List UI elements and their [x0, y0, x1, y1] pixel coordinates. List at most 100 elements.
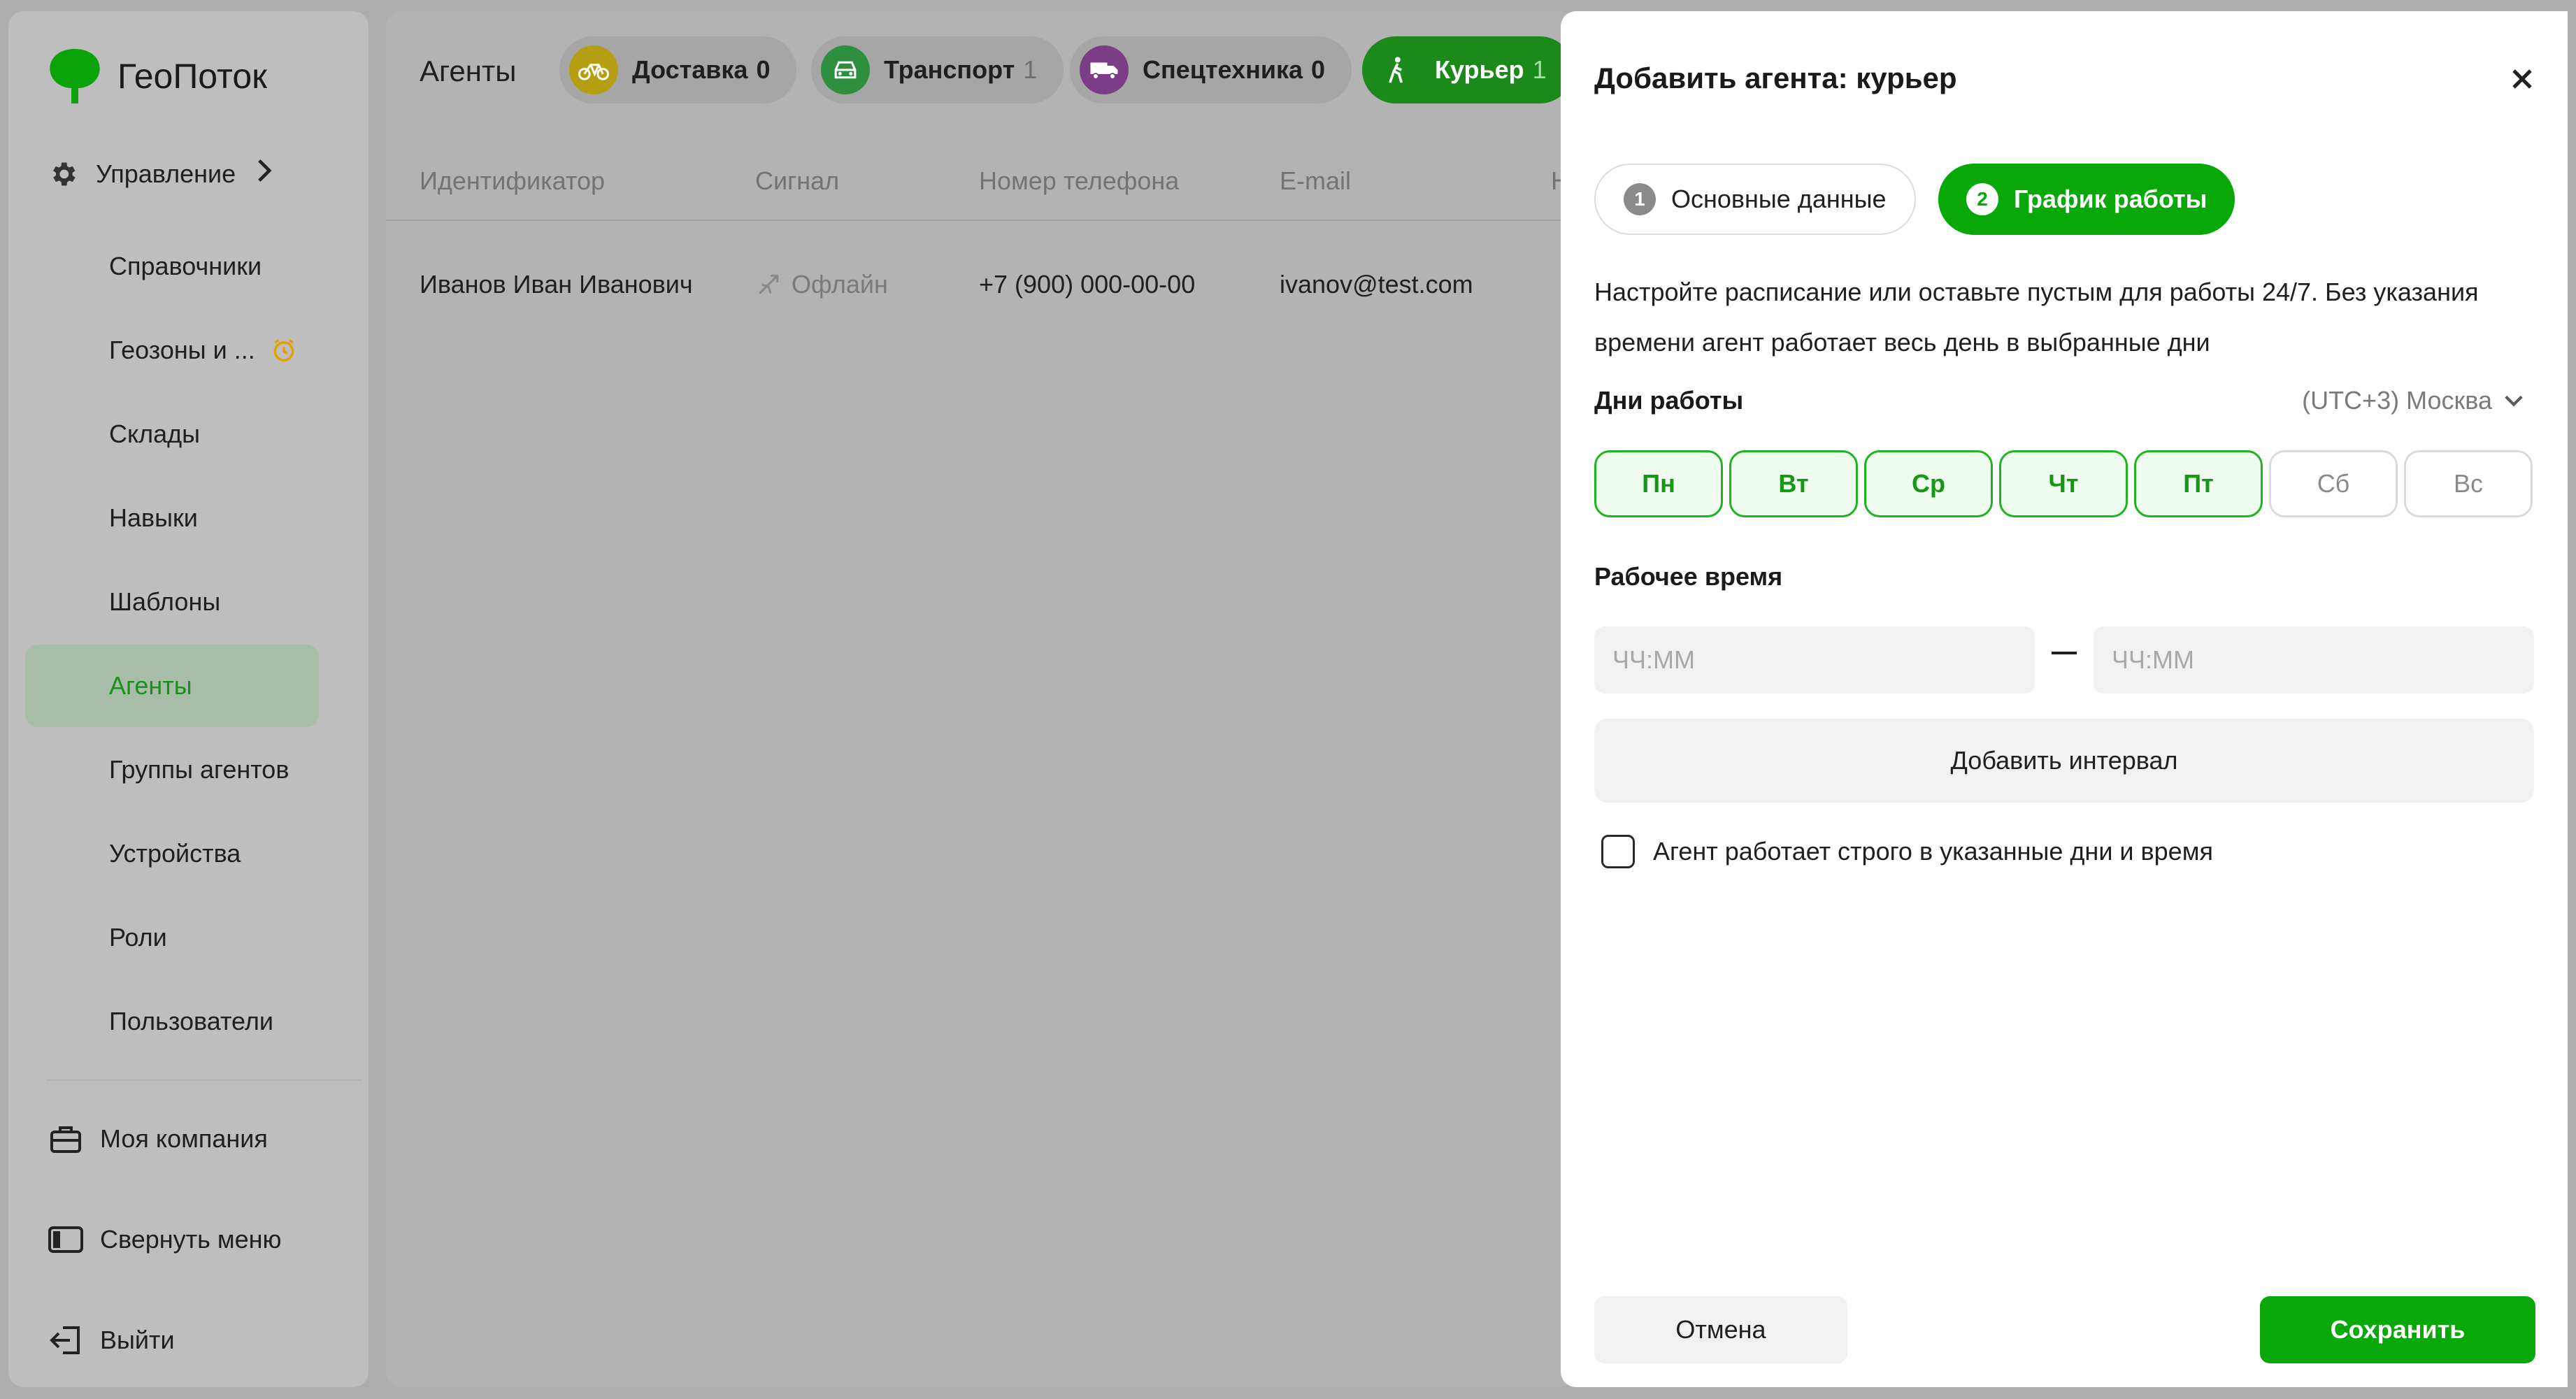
sidebar-item-label: Справочники	[109, 252, 262, 280]
collapse-menu-icon	[47, 1221, 85, 1258]
sidebar-item-geozones[interactable]: Геозоны и ...	[25, 309, 319, 392]
step-work-schedule[interactable]: 2 График работы	[1938, 164, 2235, 235]
sidebar-item-templates[interactable]: Шаблоны	[25, 561, 319, 643]
logo[interactable]: ГеоПоток	[43, 45, 267, 108]
step-basic-data[interactable]: 1 Основные данные	[1594, 164, 1916, 235]
truck-icon	[1080, 45, 1129, 94]
day-toggle-fri[interactable]: Пт	[2134, 450, 2263, 517]
main-panel: Агенты Доставка 0 Транспорт 1 Спецтехник…	[386, 11, 1575, 1387]
sidebar-item-users[interactable]: Пользователи	[25, 980, 319, 1063]
sidebar-item-label: Моя компания	[100, 1124, 268, 1153]
sidebar-item-label: Роли	[109, 923, 167, 952]
tab-courier[interactable]: Курьер 1	[1362, 36, 1573, 103]
day-toggle-wed[interactable]: Ср	[1864, 450, 1993, 517]
sidebar-item-label: Геозоны и ...	[109, 336, 255, 364]
bicycle-icon	[569, 45, 618, 94]
chevron-right-icon	[257, 158, 272, 190]
signal-status: Офлайн	[792, 270, 888, 299]
tab-count: 0	[756, 55, 771, 84]
tab-label: Доставка	[632, 55, 748, 84]
sidebar-item-label: Навыки	[109, 503, 198, 532]
cancel-button[interactable]: Отмена	[1594, 1296, 1847, 1363]
step-label: График работы	[2014, 185, 2208, 213]
sidebar-item-roles[interactable]: Роли	[25, 896, 319, 979]
schedule-description: Настройте расписание или оставьте пустым…	[1594, 278, 2479, 357]
day-toggle-tue[interactable]: Вт	[1729, 450, 1858, 517]
save-button[interactable]: Сохранить	[2260, 1296, 2535, 1363]
time-range-dash	[2052, 652, 2077, 654]
sidebar-item-label: Пользователи	[109, 1007, 273, 1035]
sidebar: ГеоПоток Управление Справочники Геозоны …	[8, 11, 368, 1387]
day-toggle-thu[interactable]: Чт	[1999, 450, 2128, 517]
sidebar-item-collapse-menu[interactable]: Свернуть меню	[47, 1221, 282, 1258]
cell-email: ivanov@test.com	[1280, 270, 1473, 299]
close-icon[interactable]	[2498, 55, 2547, 103]
sidebar-item-references[interactable]: Справочники	[25, 225, 319, 308]
sidebar-item-label: Шаблоны	[109, 587, 221, 616]
step-label: Основные данные	[1671, 185, 1887, 213]
strict-schedule-label: Агент работает строго в указанные дни и …	[1653, 837, 2213, 866]
sidebar-item-label: Устройства	[109, 839, 241, 868]
day-toggle-mon[interactable]: Пн	[1594, 450, 1723, 517]
time-from-input[interactable]	[1594, 626, 2035, 694]
sidebar-item-label: Агенты	[109, 671, 192, 700]
timezone-select[interactable]: (UTC+3) Москва	[2302, 386, 2524, 415]
app-name: ГеоПоток	[117, 57, 268, 96]
gear-icon	[47, 158, 79, 190]
briefcase-icon	[47, 1120, 85, 1158]
tab-label: Транспорт	[884, 55, 1015, 84]
sidebar-item-label: Склады	[109, 419, 201, 448]
logo-tree-icon	[50, 49, 100, 103]
column-header-id[interactable]: Идентификатор	[420, 166, 605, 196]
drawer-title: Добавить агента: курьер	[1594, 62, 1957, 94]
strict-schedule-checkbox-row[interactable]: Агент работает строго в указанные дни и …	[1601, 835, 2213, 868]
tab-label: Спецтехника	[1143, 55, 1303, 84]
sidebar-item-warehouses[interactable]: Склады	[25, 393, 319, 475]
sidebar-item-agents[interactable]: Агенты	[25, 645, 319, 727]
work-time-label: Рабочее время	[1594, 562, 1783, 591]
work-days-label: Дни работы	[1594, 386, 1744, 415]
tab-count: 0	[1311, 55, 1326, 84]
table-row[interactable]: Иванов Иван Иванович Офлайн +7 (900) 000…	[386, 228, 1575, 340]
cell-signal: Офлайн	[755, 270, 888, 299]
nav-section-label: Управление	[96, 159, 236, 188]
page-title: Агенты	[420, 55, 517, 87]
tab-label: Курьер	[1435, 55, 1524, 84]
logout-icon	[47, 1321, 85, 1359]
add-agent-drawer: Добавить агента: курьер 1 Основные данны…	[1561, 11, 2568, 1387]
column-header-signal[interactable]: Сигнал	[755, 166, 839, 196]
sidebar-item-label: Выйти	[100, 1326, 175, 1354]
tab-count: 1	[1532, 55, 1547, 84]
tab-delivery[interactable]: Доставка 0	[559, 36, 797, 103]
cell-name: Иванов Иван Иванович	[420, 270, 693, 299]
no-signal-icon	[759, 274, 779, 294]
step-number: 1	[1624, 183, 1656, 215]
nav-section-management[interactable]: Управление	[47, 158, 272, 190]
chevron-down-icon	[2505, 395, 2523, 407]
table-header: Идентификатор Сигнал Номер телефона E-ma…	[386, 130, 1575, 221]
sidebar-divider	[47, 1079, 362, 1081]
car-icon	[821, 45, 870, 94]
tab-special-equipment[interactable]: Спецтехника 0	[1070, 36, 1352, 103]
tab-transport[interactable]: Транспорт 1	[811, 36, 1064, 103]
add-interval-button[interactable]: Добавить интервал	[1594, 719, 2534, 803]
step-number: 2	[1966, 183, 1998, 215]
strict-schedule-checkbox[interactable]	[1601, 835, 1635, 868]
sidebar-item-label: Свернуть меню	[100, 1225, 282, 1254]
sidebar-item-my-company[interactable]: Моя компания	[47, 1120, 268, 1158]
walker-icon	[1372, 45, 1421, 94]
column-header-phone[interactable]: Номер телефона	[979, 166, 1179, 196]
sidebar-item-devices[interactable]: Устройства	[25, 812, 319, 895]
day-toggle-sat[interactable]: Сб	[2269, 450, 2398, 517]
sidebar-item-logout[interactable]: Выйти	[47, 1321, 175, 1359]
timezone-value: (UTC+3) Москва	[2302, 386, 2492, 415]
tab-count: 1	[1023, 55, 1038, 84]
sidebar-item-agent-groups[interactable]: Группы агентов	[25, 729, 319, 811]
sidebar-item-label: Группы агентов	[109, 755, 289, 784]
column-header-email[interactable]: E-mail	[1280, 166, 1351, 196]
clock-warning-icon	[273, 339, 294, 361]
day-toggle-sun[interactable]: Вс	[2404, 450, 2533, 517]
time-to-input[interactable]	[2094, 626, 2534, 694]
sidebar-item-skills[interactable]: Навыки	[25, 477, 319, 559]
cell-phone: +7 (900) 000-00-00	[979, 270, 1196, 299]
